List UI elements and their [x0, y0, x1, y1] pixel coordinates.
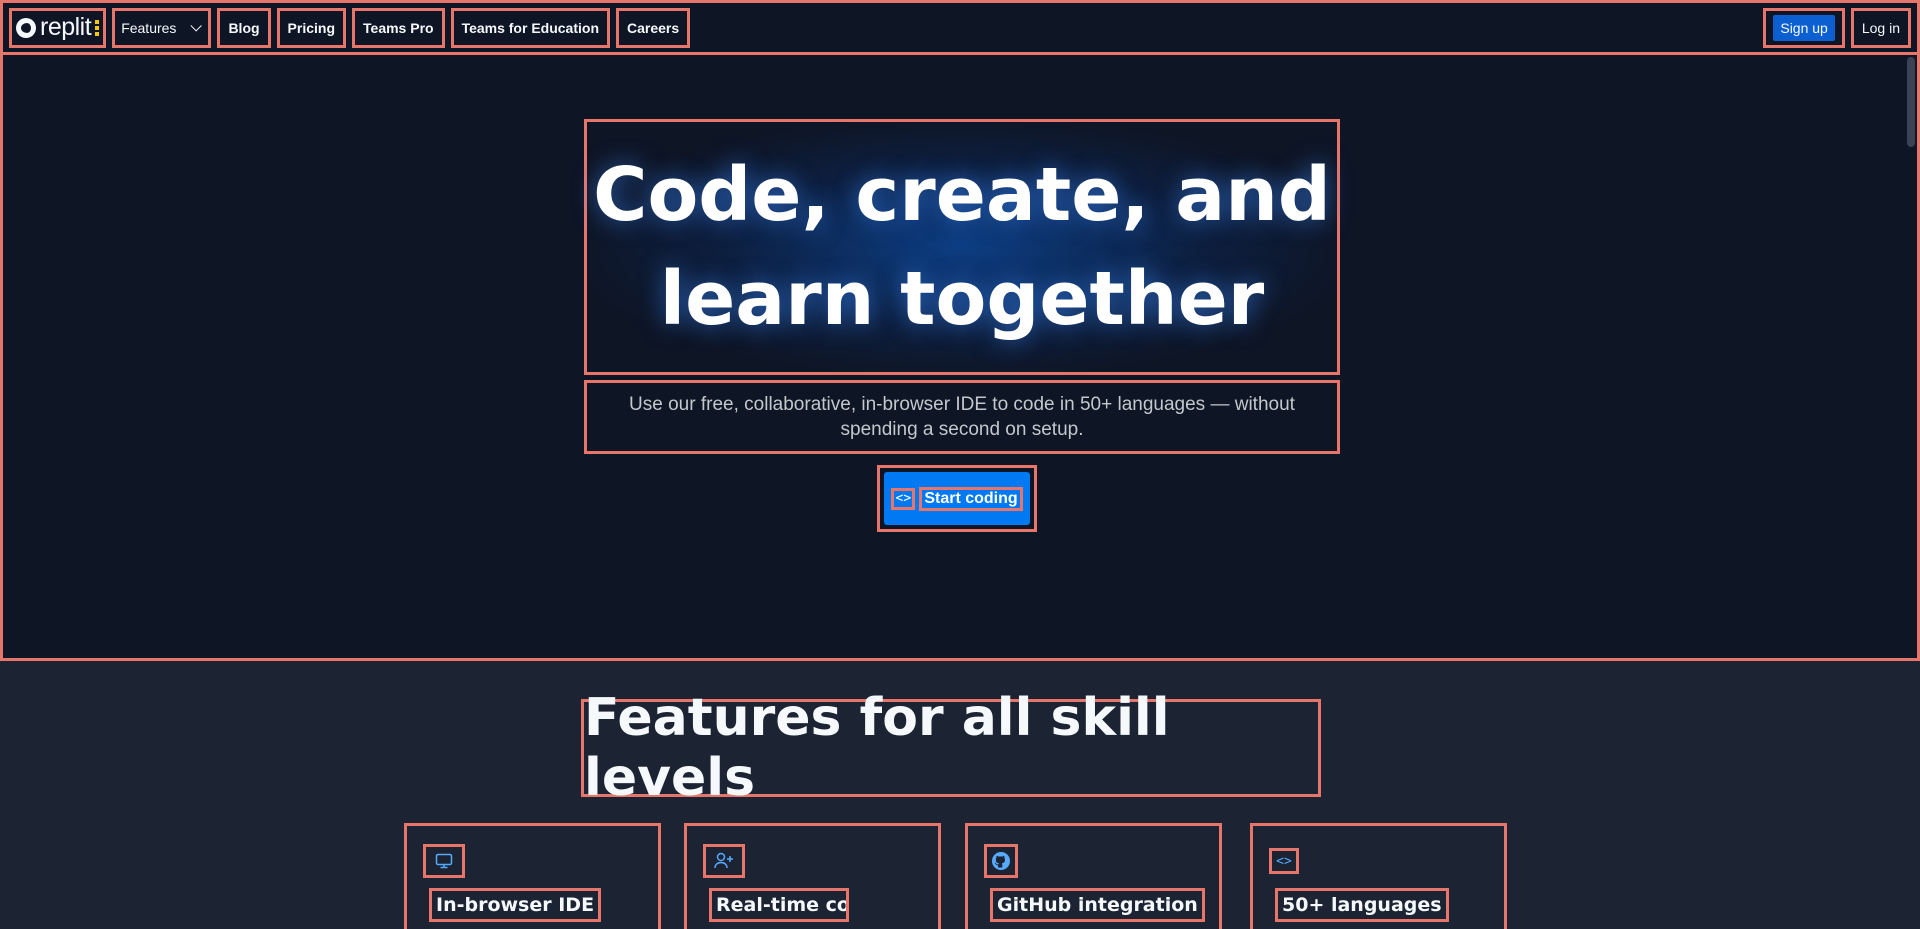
nav-features-dropdown[interactable]: Features — [112, 7, 212, 48]
nav-careers-link[interactable]: Careers — [616, 7, 691, 48]
start-coding-button-wrapper: <> Start coding — [877, 465, 1037, 532]
replit-logo[interactable]: replit — [9, 7, 107, 48]
chevron-down-icon — [190, 19, 203, 32]
feature-card-in-browser-ide[interactable]: In-browser IDE — [404, 823, 661, 929]
hero-title: Code, create, and learn together — [584, 119, 1340, 375]
features-heading-text: Features for all skill levels — [584, 688, 1170, 808]
replit-logo-icon — [16, 17, 36, 38]
feature-card-label: GitHub integration — [990, 888, 1205, 922]
features-heading: Features for all skill levels — [581, 688, 1321, 808]
hero-title-line-1: Code, create, and — [593, 152, 1331, 238]
github-icon — [984, 844, 1018, 878]
feature-card-label: Real-time collaboration — [709, 888, 849, 922]
features-section: Features for all skill levels In-browser… — [0, 661, 1920, 929]
hero-section: Code, create, and learn together Use our… — [0, 52, 1920, 661]
feature-card-label: 50+ languages — [1275, 888, 1449, 922]
nav-teams-pro-link[interactable]: Teams Pro — [352, 7, 445, 48]
hero-subtitle-text: Use our free, collaborative, in-browser … — [629, 394, 1295, 440]
hero-subtitle: Use our free, collaborative, in-browser … — [584, 380, 1340, 454]
logo-text: replit — [40, 13, 92, 41]
code-icon: <> — [891, 487, 916, 510]
start-coding-label: Start coding — [919, 486, 1023, 511]
feature-card-real-time-collaboration[interactable]: Real-time collaboration — [684, 823, 941, 929]
logo-dots-icon — [95, 19, 100, 36]
nav-auth-actions: Sign up Log in — [1763, 7, 1911, 48]
top-navbar: replit Features Blog Pricing Teams Pro T… — [0, 0, 1920, 55]
scrollbar-thumb[interactable] — [1907, 57, 1915, 147]
feature-card-50-languages[interactable]: <> 50+ languages — [1250, 823, 1507, 929]
code-icon: <> — [1269, 848, 1299, 874]
nav-pricing-link[interactable]: Pricing — [276, 7, 347, 48]
hero-title-line-2: learn together — [659, 256, 1265, 342]
nav-features-label: Features — [121, 19, 177, 36]
signup-label: Sign up — [1773, 14, 1835, 41]
start-coding-button[interactable]: <> Start coding — [884, 472, 1030, 525]
signup-button[interactable]: Sign up — [1763, 7, 1845, 48]
feature-card-label: In-browser IDE — [429, 888, 602, 922]
nav-blog-link[interactable]: Blog — [217, 7, 271, 48]
feature-card-github-integration[interactable]: GitHub integration — [965, 823, 1222, 929]
nav-teams-education-link[interactable]: Teams for Education — [450, 7, 610, 48]
monitor-icon — [423, 844, 465, 878]
login-button[interactable]: Log in — [1850, 7, 1911, 48]
user-plus-icon — [703, 844, 745, 878]
